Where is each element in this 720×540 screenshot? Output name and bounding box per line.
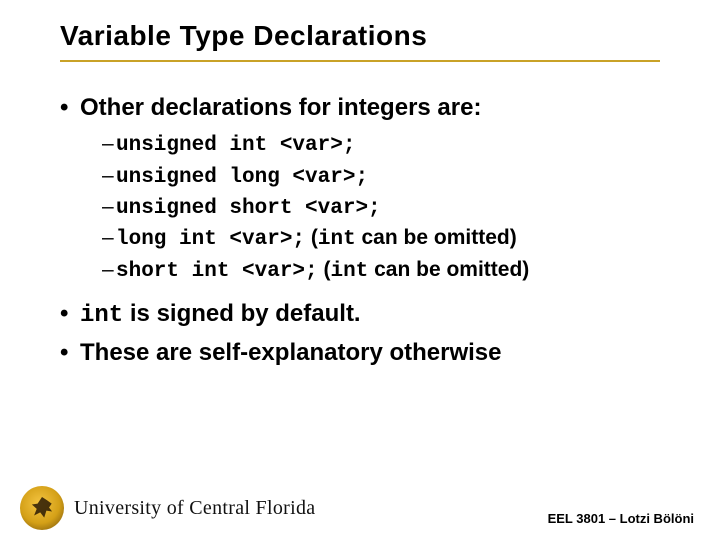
university-name: University of Central Florida [74, 497, 315, 520]
note-suffix: can be omitted) [356, 226, 517, 249]
note-code: int [330, 260, 368, 283]
footer-text: EEL 3801 – Lotzi Bölöni [548, 511, 694, 526]
code-text: short int <var>; [116, 260, 318, 283]
note-prefix: ( [318, 258, 331, 281]
bullet-other-declarations: Other declarations for integers are: uns… [60, 92, 680, 286]
code-text: unsigned short <var>; [116, 197, 381, 220]
bullet-text: is signed by default. [130, 300, 361, 327]
note-text: (int can be omitted) [318, 258, 530, 281]
code-text: unsigned int <var>; [116, 134, 355, 157]
note-text: (int can be omitted) [305, 226, 517, 249]
bullet-text: These are self-explanatory otherwise [80, 339, 502, 366]
bullet-int-signed: int is signed by default. [60, 298, 680, 331]
code-text: unsigned long <var>; [116, 166, 368, 189]
sub-item: unsigned short <var>; [102, 192, 680, 223]
sub-item: short int <var>; (int can be omitted) [102, 255, 680, 286]
sub-item: long int <var>; (int can be omitted) [102, 223, 680, 254]
sub-item: unsigned long <var>; [102, 161, 680, 192]
pegasus-icon [20, 486, 64, 530]
note-code: int [318, 228, 356, 251]
bullet-text: Other declarations for integers are: [80, 94, 481, 121]
logo-area: University of Central Florida [20, 486, 315, 530]
note-suffix: can be omitted) [368, 258, 529, 281]
title-underline [60, 60, 660, 62]
code-text: long int <var>; [116, 228, 305, 251]
bullet-self-explanatory: These are self-explanatory otherwise [60, 337, 680, 368]
code-int: int [80, 302, 123, 329]
slide-title: Variable Type Declarations [60, 20, 680, 52]
note-prefix: ( [305, 226, 318, 249]
sub-item: unsigned int <var>; [102, 129, 680, 160]
